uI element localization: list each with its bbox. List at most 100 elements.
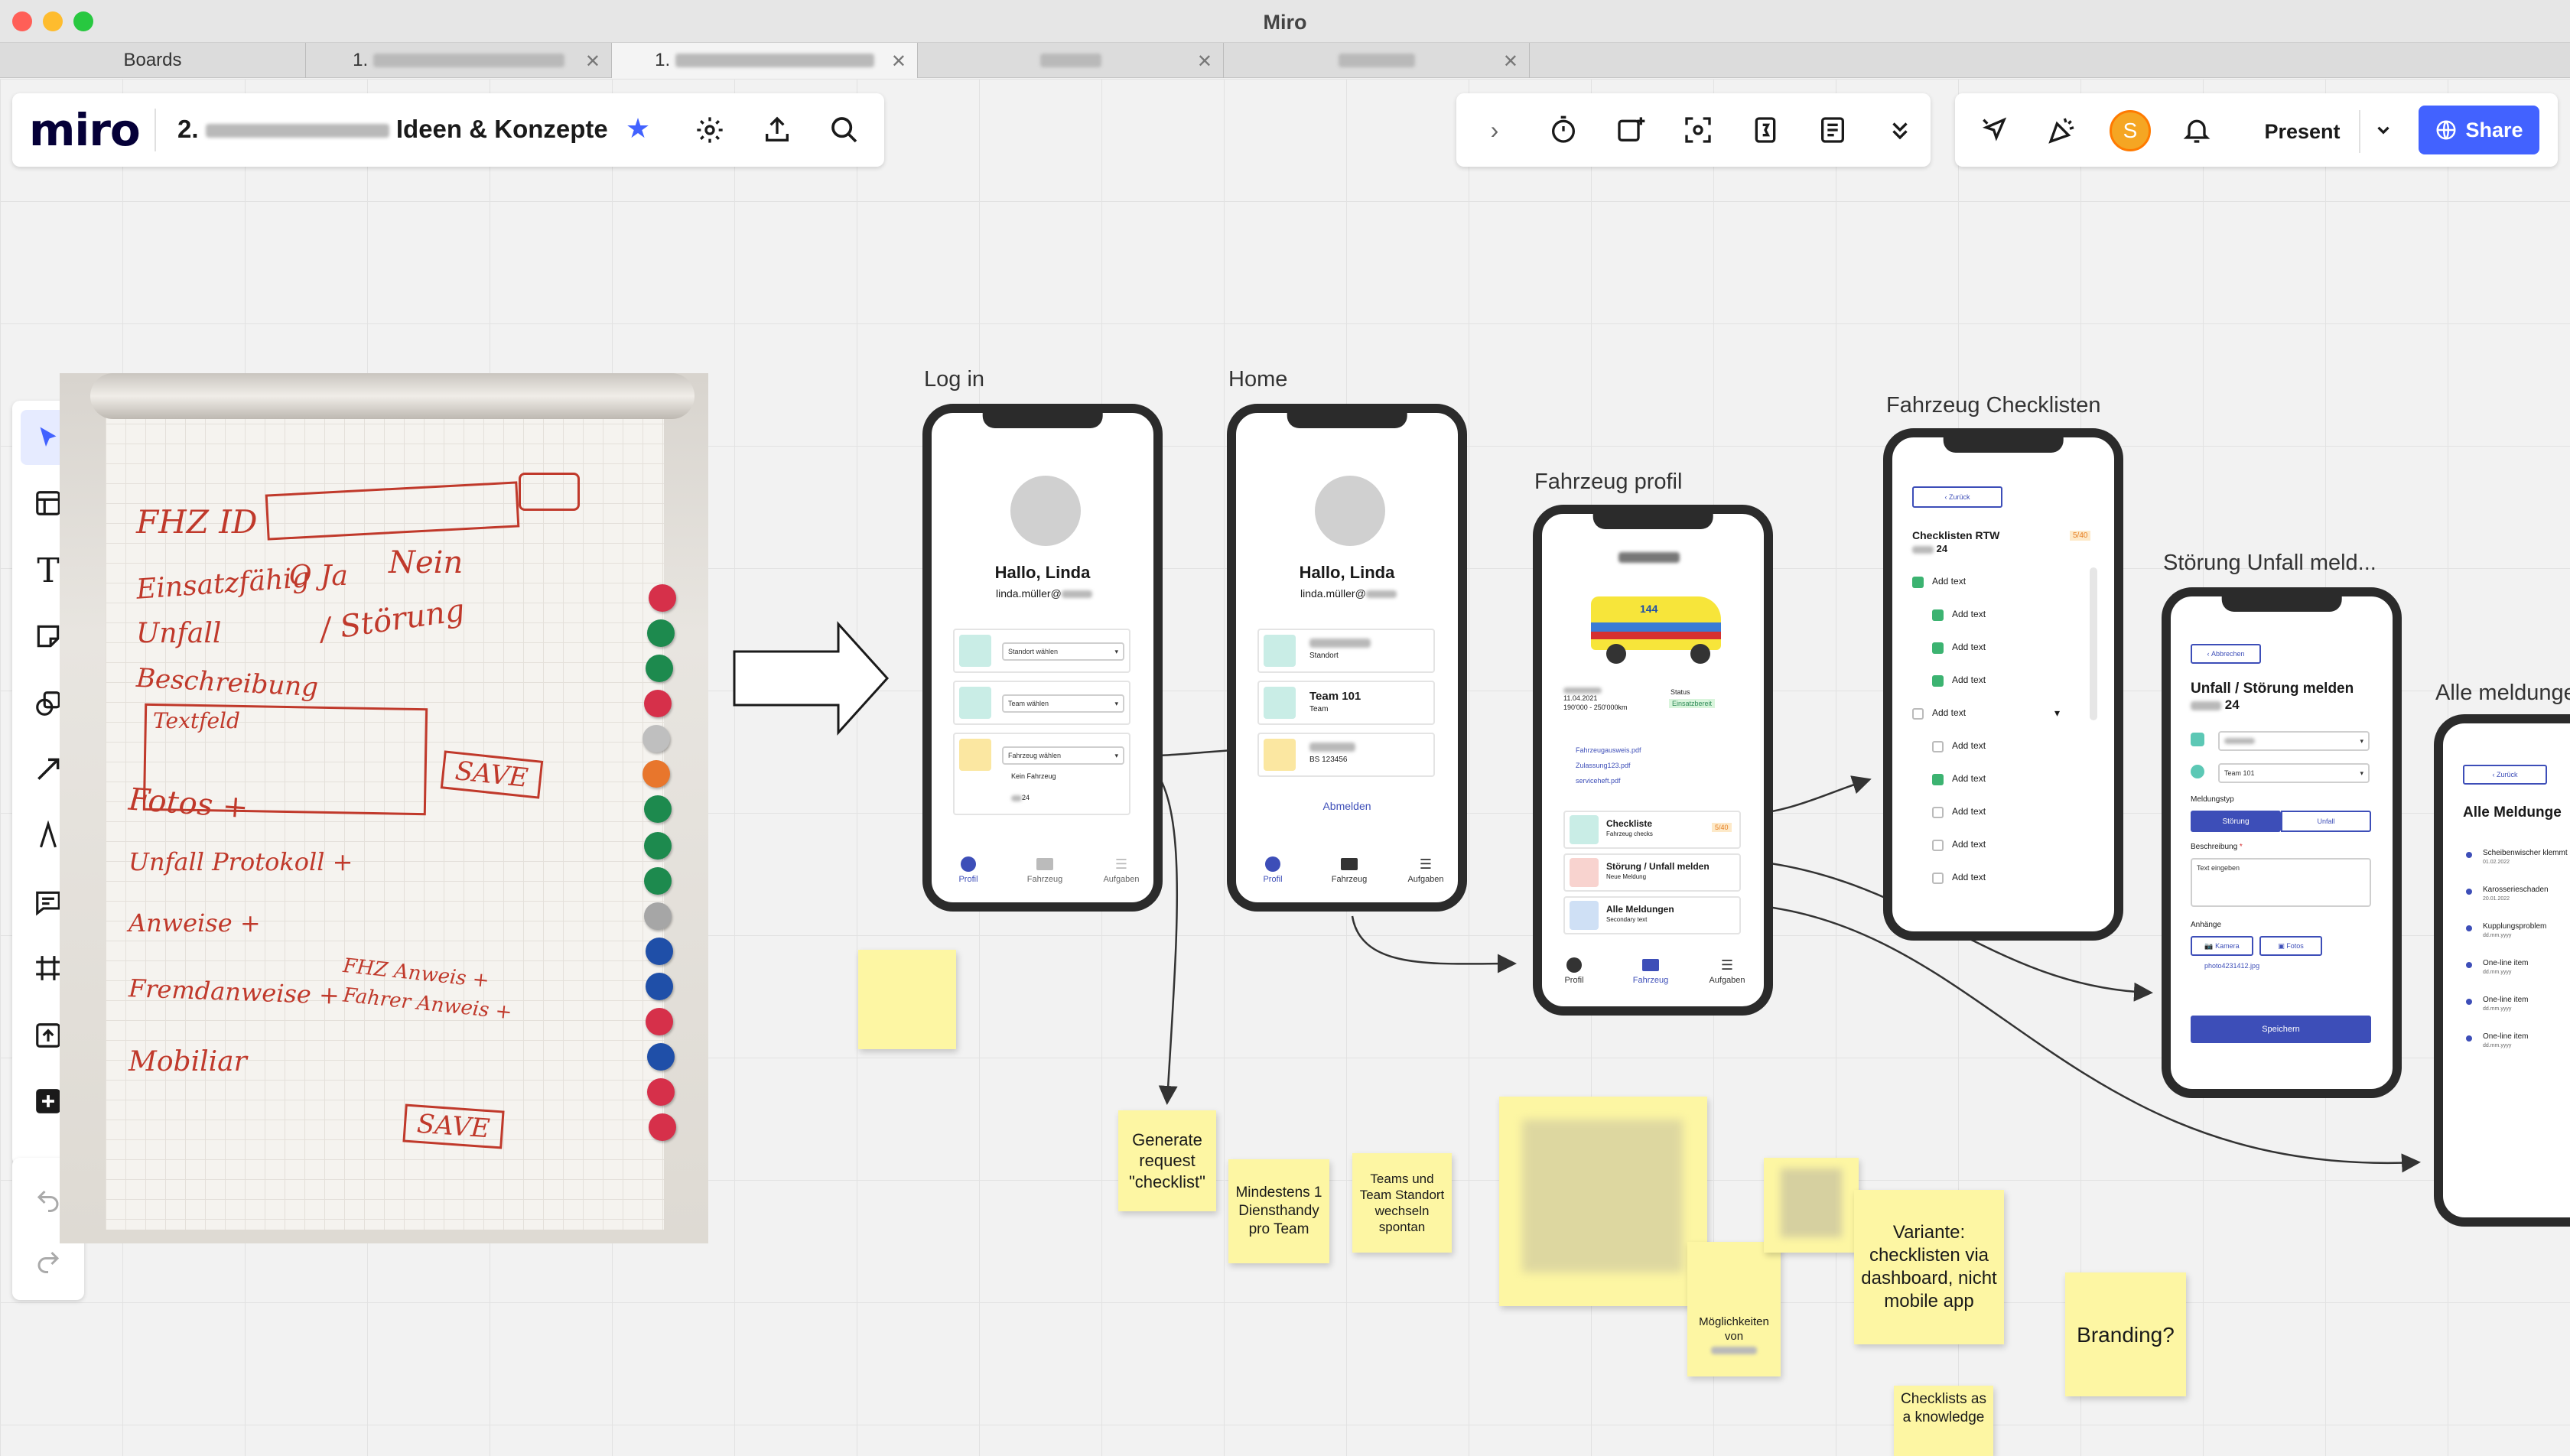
blurred-text xyxy=(2224,738,2255,744)
nav-fahrzeug[interactable]: Fahrzeug xyxy=(1022,856,1068,884)
checklist-checkbox[interactable] xyxy=(1932,840,1944,851)
sticky-note[interactable]: Mindestens 1 Diensthandy pro Team xyxy=(1228,1159,1329,1263)
photos-button[interactable]: ▣ Fotos xyxy=(2259,936,2322,956)
meldung-title[interactable]: One-line item xyxy=(2483,996,2528,1004)
file-link[interactable]: serviceheft.pdf xyxy=(1576,777,1621,785)
team-select[interactable]: Team 101 ▾ xyxy=(2218,763,2370,783)
toggle-unfall[interactable]: Unfall xyxy=(2281,811,2371,832)
checklist-checkbox[interactable] xyxy=(1932,675,1944,687)
sticky-note[interactable]: Checklists as a knowledge xyxy=(1894,1386,1993,1456)
fahrzeug-select[interactable]: Fahrzeug wählen ▾ xyxy=(1002,746,1124,765)
vehicle-date: 11.04.2021 xyxy=(1563,694,1598,702)
blurred-text xyxy=(1309,636,1371,650)
truck-icon xyxy=(959,739,991,771)
nav-aufgaben[interactable]: ☰ Aufgaben xyxy=(1704,957,1750,985)
nav-profil[interactable]: Profil xyxy=(953,856,984,884)
sticky-note[interactable]: Möglichkeiten von xyxy=(1687,1242,1781,1376)
meldung-date: dd.mm.yyyy xyxy=(2483,1006,2512,1012)
checklist-checkbox[interactable] xyxy=(1932,807,1944,818)
dropdown-option[interactable]: 24 xyxy=(1011,794,1030,801)
nav-profil[interactable]: Profil xyxy=(1257,856,1288,884)
subtitle-value: 24 xyxy=(2224,697,2240,712)
checklist-checkbox[interactable] xyxy=(1932,873,1944,884)
nav-fahrzeug[interactable]: Fahrzeug xyxy=(1628,957,1674,985)
list-icon: ☰ xyxy=(1720,957,1734,973)
profile-avatar-icon xyxy=(1315,476,1385,546)
meldung-title[interactable]: Scheibenwischer klemmt xyxy=(2483,849,2568,857)
status-dot-icon xyxy=(2466,962,2472,968)
frame-label-fahrzeug-profil[interactable]: Fahrzeug profil xyxy=(1534,470,1682,495)
frame-label-home[interactable]: Home xyxy=(1228,367,1287,392)
file-link[interactable]: Zulassung123.pdf xyxy=(1576,762,1631,769)
team-icon xyxy=(959,687,991,719)
cancel-button[interactable]: ‹ Abbrechen xyxy=(2191,644,2261,664)
option-label: 24 xyxy=(1022,794,1030,801)
meldung-title[interactable]: One-line item xyxy=(2483,959,2528,967)
camera-button[interactable]: 📷 Kamera xyxy=(2191,936,2253,956)
nav-profil[interactable]: Profil xyxy=(1559,957,1589,985)
checklist-checkbox[interactable] xyxy=(1912,577,1924,588)
sticky-note-empty[interactable] xyxy=(858,950,956,1049)
phone-alle-meldungen-screen[interactable]: ‹ Zurück Alle Meldunge Scheibenwischer k… xyxy=(2434,714,2570,1227)
file-link[interactable]: Fahrzeugausweis.pdf xyxy=(1576,746,1641,754)
sticky-note[interactable]: Variante: checklisten via dashboard, nic… xyxy=(1854,1190,2004,1344)
meldung-title[interactable]: One-line item xyxy=(2483,1032,2528,1041)
nav-aufgaben[interactable]: ☰ Aufgaben xyxy=(1098,856,1144,884)
sticky-note-pixelated[interactable] xyxy=(1764,1158,1859,1253)
meldung-title[interactable]: Kupplungsproblem xyxy=(2483,922,2546,931)
attachment-link[interactable]: photo4231412.jpg xyxy=(2204,962,2259,970)
frame-label-login[interactable]: Log in xyxy=(924,367,984,392)
chevron-down-icon[interactable]: ▾ xyxy=(2054,707,2060,720)
scrollbar[interactable] xyxy=(2090,567,2097,720)
nav-label: Fahrzeug xyxy=(1026,875,1063,884)
progress-badge: 5/40 xyxy=(2070,531,2091,541)
blurred-text xyxy=(2191,700,2221,710)
sticky-note[interactable]: Branding? xyxy=(2065,1272,2186,1396)
checklist-checkbox[interactable] xyxy=(1932,609,1944,621)
pixelated-content xyxy=(1522,1120,1683,1272)
phone-stoerung-screen[interactable]: ‹ Abbrechen Unfall / Störung melden 24 ▾… xyxy=(2162,587,2402,1098)
team-select[interactable]: Team wählen ▾ xyxy=(1002,694,1124,713)
nav-label: Aufgaben xyxy=(1103,875,1140,884)
description-textarea[interactable]: Text eingeben xyxy=(2191,858,2371,907)
nav-fahrzeug[interactable]: Fahrzeug xyxy=(1326,856,1372,884)
blurred-text xyxy=(1061,590,1092,599)
toggle-stoerung[interactable]: Störung xyxy=(2191,811,2281,832)
email-text: linda.müller@ xyxy=(996,587,1092,600)
phone-fahrzeug-profil-screen[interactable]: 144 11.04.2021 190'000 - 250'000km Statu… xyxy=(1533,505,1773,1016)
phone-login-screen[interactable]: Hallo, Linda linda.müller@ Standort wähl… xyxy=(922,404,1163,912)
standort-select[interactable]: ▾ xyxy=(2218,731,2370,751)
blurred-text xyxy=(1309,740,1355,754)
checklist-checkbox[interactable] xyxy=(1932,741,1944,752)
dropdown-option[interactable]: Kein Fahrzeug xyxy=(1011,772,1056,780)
meldung-title[interactable]: Karosserieschaden xyxy=(2483,886,2549,894)
sticky-text-value: Möglichkeiten von xyxy=(1699,1315,1769,1343)
back-button[interactable]: ‹ Zurück xyxy=(2463,765,2547,785)
checklist-checkbox[interactable] xyxy=(1932,642,1944,654)
phone-notch xyxy=(1287,413,1407,428)
sticky-note-pixelated[interactable] xyxy=(1499,1097,1707,1306)
checklist-item-label: Add text xyxy=(1952,839,1986,850)
frame-label-alle-meldungen[interactable]: Alle meldunge xyxy=(2435,681,2570,706)
logout-link[interactable]: Abmelden xyxy=(1236,800,1458,812)
nav-aufgaben[interactable]: ☰ Aufgaben xyxy=(1403,856,1449,884)
checklist-checkbox[interactable] xyxy=(1932,774,1944,785)
sticky-note[interactable]: Teams und Team Standort wechseln spontan xyxy=(1352,1153,1452,1253)
back-button[interactable]: ‹ Zurück xyxy=(1912,486,2002,508)
vehicle-number: 144 xyxy=(1640,603,1658,615)
frame-label-stoerung[interactable]: Störung Unfall meld... xyxy=(2163,551,2376,576)
checklist-checkbox[interactable] xyxy=(1912,708,1924,720)
form-title: Unfall / Störung melden xyxy=(2191,681,2354,697)
phone-home-screen[interactable]: Hallo, Linda linda.müller@ Standort Team… xyxy=(1227,404,1467,912)
checklist-item-label: Add text xyxy=(1952,872,1986,882)
document-icon xyxy=(1570,901,1599,930)
chevron-down-icon: ▾ xyxy=(1114,751,1118,759)
standort-select[interactable]: Standort wählen ▾ xyxy=(1002,642,1124,661)
save-button[interactable]: Speichern xyxy=(2191,1016,2371,1043)
vehicle-code: BS 123456 xyxy=(1309,756,1348,764)
phone-checklisten-screen[interactable]: ‹ Zurück Checklisten RTW 24 5/40 Add tex… xyxy=(1883,428,2123,941)
building-icon xyxy=(1264,635,1296,667)
checklist-subtitle: 24 xyxy=(1912,543,1947,554)
frame-label-checklisten[interactable]: Fahrzeug Checklisten xyxy=(1886,393,2100,418)
sticky-note[interactable]: Generate request "checklist" xyxy=(1118,1110,1216,1211)
